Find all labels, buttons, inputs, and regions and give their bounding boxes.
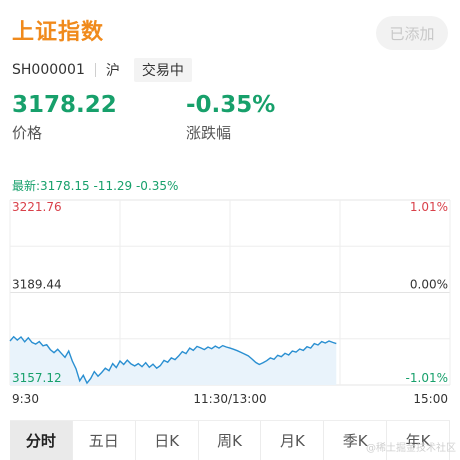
change-pct-value: -0.35%: [186, 92, 276, 118]
y-label-right-2: -1.01%: [406, 371, 448, 385]
change-pct-label: 涨跌幅: [186, 124, 232, 142]
added-button[interactable]: 已添加: [376, 16, 448, 50]
x-label-1: 11:30/13:00: [193, 392, 266, 406]
latest-quote-line: 最新:3178.15 -11.29 -0.35%: [12, 179, 179, 193]
security-meta: SH000001 沪 交易中: [12, 58, 192, 82]
x-label-0: 9:30: [12, 392, 39, 406]
tab-1[interactable]: 五日: [73, 421, 136, 460]
intraday-chart[interactable]: 3221.76 3189.44 3157.12 1.01% 0.00% -1.01% 9:3…: [0, 195, 460, 424]
exchange-label: 沪: [105, 63, 120, 79]
tab-3[interactable]: 周K: [199, 421, 262, 460]
y-label-right-0: 1.01%: [410, 200, 448, 214]
tab-4[interactable]: 月K: [261, 421, 325, 460]
chart-svg: 3221.76 3189.44 3157.12 1.01% 0.00% -1.01% 9:3…: [9, 199, 451, 406]
y-label-left-0: 3221.76: [12, 200, 62, 214]
y-label-left-2: 3157.12: [12, 371, 62, 385]
tab-0[interactable]: 分时: [10, 421, 73, 460]
trading-status-badge: 交易中: [133, 58, 192, 82]
x-label-2: 15:00: [413, 392, 448, 406]
page-title: 上证指数: [12, 20, 105, 45]
security-code: SH000001: [12, 62, 85, 78]
price-value: 3178.22: [12, 92, 117, 118]
tab-2[interactable]: 日K: [136, 421, 199, 460]
y-label-left-1: 3189.44: [12, 278, 62, 292]
price-label: 价格: [12, 124, 43, 142]
watermark: @稀土掘金技术社区: [366, 443, 456, 454]
y-label-right-1: 0.00%: [410, 278, 448, 292]
meta-divider: [94, 63, 96, 77]
